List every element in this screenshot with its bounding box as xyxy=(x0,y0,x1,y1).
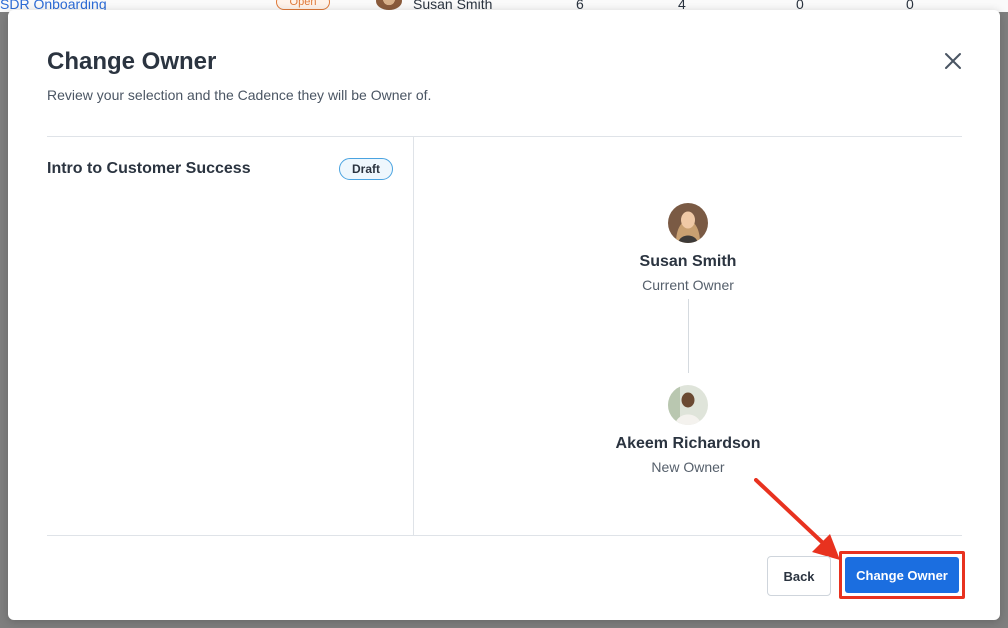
new-owner-role: New Owner xyxy=(651,459,725,475)
divider xyxy=(47,136,962,137)
background-status-pill: Open xyxy=(276,0,330,10)
cadence-name: Intro to Customer Success xyxy=(47,160,251,177)
owner-connector-line xyxy=(688,299,689,373)
modal-title: Change Owner xyxy=(47,48,217,75)
annotation-arrow-icon xyxy=(754,478,844,564)
new-owner: Akeem Richardson New Owner xyxy=(568,385,808,475)
background-avatar xyxy=(376,0,402,10)
new-owner-avatar xyxy=(668,385,708,425)
status-badge: Draft xyxy=(339,158,393,180)
change-owner-button[interactable]: Change Owner xyxy=(845,557,959,593)
current-owner-avatar xyxy=(668,203,708,243)
new-owner-name: Akeem Richardson xyxy=(615,435,761,452)
current-owner-name: Susan Smith xyxy=(639,253,737,270)
current-owner-role: Current Owner xyxy=(642,277,734,293)
column-divider xyxy=(413,137,414,535)
modal-subtitle: Review your selection and the Cadence th… xyxy=(47,87,432,103)
close-icon[interactable] xyxy=(942,50,964,72)
current-owner: Susan Smith Current Owner xyxy=(568,203,808,293)
back-button[interactable]: Back xyxy=(767,556,831,596)
change-owner-modal: Change Owner Review your selection and t… xyxy=(8,10,1000,620)
